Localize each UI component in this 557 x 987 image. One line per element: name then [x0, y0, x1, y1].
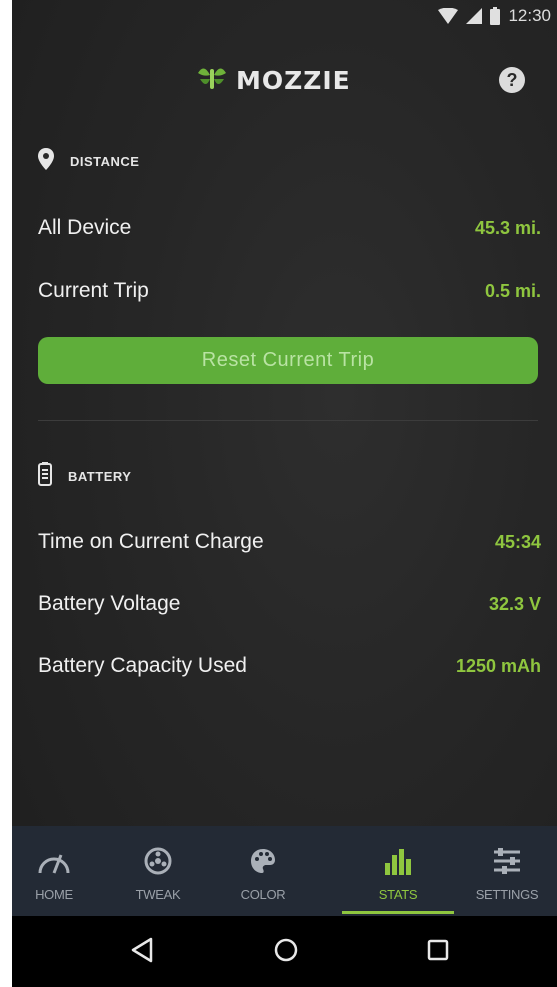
- nav-label: TWEAK: [135, 887, 181, 902]
- row-value: 45:34: [494, 531, 541, 552]
- battery-row-capacity: Battery Capacity Used 1250 mAh: [38, 654, 541, 678]
- row-label: Time on Current Charge: [38, 530, 264, 553]
- row-label: Current Trip: [38, 279, 149, 302]
- status-bar: 12:30: [12, 0, 557, 38]
- battery-row-time: Time on Current Charge 45:34: [38, 530, 541, 554]
- brand-name: MOZZIE: [236, 66, 351, 95]
- brand-logo: MOZZIE: [194, 63, 351, 98]
- reset-current-trip-button[interactable]: Reset Current Trip: [38, 337, 538, 384]
- nav-item-home[interactable]: HOME: [12, 826, 104, 916]
- location-pin-icon: [38, 148, 54, 175]
- row-label: Battery Capacity Used: [38, 654, 247, 677]
- row-value: 0.5 mi.: [484, 280, 541, 301]
- app-header: MOZZIE ?: [12, 55, 557, 105]
- help-button[interactable]: ?: [499, 67, 525, 93]
- bottom-nav: HOME TWEAK COLOR STATS SETTINGS: [12, 826, 557, 916]
- row-value: 1250 mAh: [455, 655, 541, 676]
- nav-item-settings[interactable]: SETTINGS: [457, 826, 557, 916]
- active-tab-indicator: [342, 911, 454, 914]
- row-label: Battery Voltage: [38, 592, 181, 615]
- nav-label: SETTINGS: [475, 887, 539, 902]
- mozzie-logo-icon: [194, 63, 230, 98]
- recents-button[interactable]: [416, 930, 460, 974]
- nav-label: COLOR: [240, 887, 286, 902]
- battery-title: BATTERY: [68, 469, 132, 484]
- nav-label: STATS: [378, 887, 418, 902]
- gauge-icon: [12, 844, 104, 878]
- battery-icon: [38, 462, 52, 491]
- nav-item-color[interactable]: COLOR: [213, 826, 313, 916]
- sliders-icon: [457, 844, 557, 878]
- nav-item-tweak[interactable]: TWEAK: [108, 826, 208, 916]
- system-nav-bar: [12, 916, 557, 987]
- section-divider: [38, 420, 538, 421]
- row-label: All Device: [38, 216, 132, 239]
- distance-row-all-device: All Device 45.3 mi.: [38, 216, 541, 240]
- distance-title: DISTANCE: [70, 154, 140, 169]
- back-icon: [130, 937, 154, 968]
- row-value: 32.3 V: [488, 593, 541, 614]
- signal-icon: [466, 8, 483, 24]
- battery-status-icon: [490, 7, 501, 25]
- distance-row-current-trip: Current Trip 0.5 mi.: [38, 279, 541, 303]
- battery-row-voltage: Battery Voltage 32.3 V: [38, 592, 541, 616]
- home-circle-icon: [273, 937, 299, 968]
- clock: 12:30: [508, 6, 551, 25]
- distance-section-header: DISTANCE: [38, 148, 139, 175]
- wifi-icon: [438, 8, 459, 24]
- recents-square-icon: [426, 938, 450, 967]
- nav-item-stats[interactable]: STATS: [348, 826, 448, 916]
- back-button[interactable]: [120, 930, 164, 974]
- bar-chart-icon: [348, 844, 448, 878]
- app-screen: 12:30 MOZZIE ? DISTANCE All Device 45.3 …: [12, 0, 557, 987]
- palette-icon: [213, 844, 313, 878]
- home-button[interactable]: [264, 930, 308, 974]
- battery-section-header: BATTERY: [38, 462, 131, 491]
- row-value: 45.3 mi.: [474, 217, 541, 238]
- nav-label: HOME: [35, 887, 73, 902]
- wheel-icon: [108, 844, 208, 878]
